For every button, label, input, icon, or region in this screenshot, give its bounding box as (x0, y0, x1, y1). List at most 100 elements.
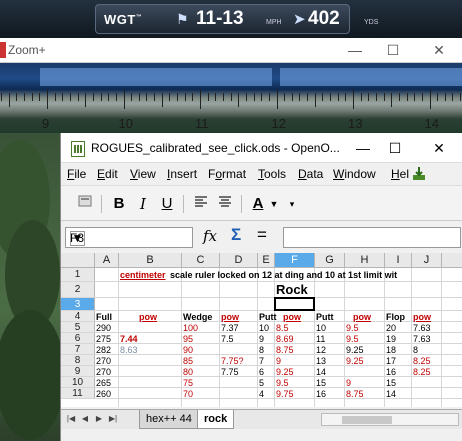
column-header-f[interactable]: F (275, 253, 315, 268)
table-cell[interactable]: 8.63 (119, 344, 138, 355)
table-cell[interactable]: 12 (315, 344, 326, 355)
table-cell[interactable]: 13 (315, 355, 326, 366)
next-sheet-icon[interactable]: ▶ (93, 412, 105, 426)
table-cell[interactable]: 282 (95, 344, 111, 355)
table-cell[interactable]: 8.5 (275, 322, 289, 333)
toolbar-handle-icon[interactable] (75, 193, 95, 215)
align-center-icon[interactable] (215, 193, 235, 215)
row-header-2[interactable]: 2 (61, 282, 95, 298)
table-cell[interactable]: 90 (182, 344, 193, 355)
column-label-b[interactable]: pow (119, 311, 157, 322)
column-label-i[interactable]: Flop (385, 311, 405, 322)
table-cell[interactable]: 270 (95, 366, 111, 377)
table-cell[interactable]: 9 (275, 355, 281, 366)
table-cell[interactable]: 15 (315, 377, 326, 388)
table-cell[interactable]: 9.75 (275, 388, 294, 399)
table-cell[interactable]: 275 (95, 333, 111, 344)
table-cell[interactable]: 7.44 (119, 333, 138, 344)
zoom-close-button[interactable]: ✕ (428, 40, 450, 60)
table-cell[interactable]: 7.75? (220, 355, 244, 366)
table-cell[interactable]: 10 (315, 322, 326, 333)
table-cell[interactable]: 9 (345, 377, 351, 388)
table-cell[interactable]: 15 (385, 377, 396, 388)
column-header-g[interactable]: G (315, 253, 345, 268)
menu-insert[interactable]: Insert (167, 167, 197, 181)
calc-maximize-button[interactable]: ☐ (383, 137, 407, 159)
column-header-e[interactable]: E (258, 253, 275, 268)
table-cell[interactable]: 9.5 (345, 322, 359, 333)
last-sheet-icon[interactable]: ▶| (107, 412, 119, 426)
scroll-thumb[interactable] (342, 416, 392, 424)
formula-input[interactable] (283, 227, 461, 248)
column-label-h[interactable]: pow (345, 311, 371, 322)
italic-button[interactable]: I (133, 193, 153, 215)
table-cell[interactable]: 4 (258, 388, 264, 399)
table-cell[interactable]: 7 (258, 355, 264, 366)
equals-icon[interactable]: = (257, 225, 267, 245)
table-cell[interactable]: 7.75 (220, 366, 239, 377)
table-cell[interactable]: 95 (182, 333, 193, 344)
table-cell[interactable]: 9.25 (345, 355, 364, 366)
table-cell[interactable]: 14 (385, 388, 396, 399)
table-cell[interactable]: 8.69 (275, 333, 294, 344)
table-cell[interactable]: 9 (258, 333, 264, 344)
table-cell[interactable]: 18 (385, 344, 396, 355)
table-cell[interactable]: 7.37 (220, 322, 239, 333)
table-cell[interactable]: 100 (182, 322, 198, 333)
menu-tools[interactable]: Tools (258, 167, 286, 181)
column-header-d[interactable]: D (220, 253, 258, 268)
table-cell[interactable]: 5 (258, 377, 264, 388)
column-header-j[interactable]: J (412, 253, 442, 268)
zoom-maximize-button[interactable]: ☐ (382, 40, 404, 60)
zoom-minimize-button[interactable]: — (344, 40, 366, 60)
row-header-1[interactable]: 1 (61, 268, 95, 282)
sum-icon[interactable]: Σ (231, 225, 241, 245)
font-color-dropdown-icon[interactable]: ▼ (269, 193, 279, 215)
column-label-d[interactable]: pow (220, 311, 239, 322)
table-cell[interactable]: 8 (258, 344, 264, 355)
column-label-j[interactable]: pow (412, 311, 431, 322)
table-cell[interactable]: 11 (315, 333, 325, 344)
calc-titlebar[interactable]: ROGUES_calibrated_see_click.ods - OpenO.… (61, 133, 462, 163)
table-cell[interactable]: 75 (182, 377, 193, 388)
table-cell[interactable]: 20 (385, 322, 396, 333)
table-cell[interactable]: 7.5 (220, 333, 234, 344)
column-label-c[interactable]: Wedge (182, 311, 212, 322)
table-cell[interactable]: 8 (412, 344, 418, 355)
table-cell[interactable]: 16 (385, 366, 396, 377)
menu-edit[interactable]: Edit (97, 167, 118, 181)
font-color-button[interactable]: A (247, 193, 269, 215)
table-cell[interactable]: 9.5 (275, 377, 289, 388)
toolbar-overflow-icon[interactable]: ▾ (287, 193, 297, 215)
table-cell[interactable]: 7.63 (412, 333, 431, 344)
table-cell[interactable]: 270 (95, 355, 111, 366)
zoom-titlebar[interactable]: Zoom+ — ☐ ✕ (0, 38, 462, 63)
spreadsheet-grid[interactable]: A B C D E F G H I J 1 2 3 4 5 6 7 8 9 10 11 centimeter scale … (61, 253, 462, 407)
underline-button[interactable]: U (157, 193, 177, 215)
row1-note-keyword[interactable]: centimeter (119, 269, 166, 283)
table-cell[interactable]: 9.5 (345, 333, 359, 344)
column-label-f[interactable]: pow (275, 311, 301, 322)
prev-sheet-icon[interactable]: ◀ (79, 412, 91, 426)
table-cell[interactable]: 6 (258, 366, 264, 377)
table-cell[interactable]: 8.75 (345, 388, 364, 399)
table-cell[interactable]: 85 (182, 355, 193, 366)
column-header-c[interactable]: C (182, 253, 220, 268)
table-cell[interactable]: 70 (182, 388, 193, 399)
table-cell[interactable]: 8.25 (412, 355, 431, 366)
table-cell[interactable]: 260 (95, 388, 111, 399)
column-label-g[interactable]: Putt (315, 311, 334, 322)
table-cell[interactable]: 80 (182, 366, 193, 377)
menu-format[interactable]: Format (208, 167, 246, 181)
sheet-tab-hex[interactable]: hex++ 44 (139, 410, 199, 429)
table-cell[interactable]: 9.25 (275, 366, 294, 377)
table-cell[interactable]: 9.25 (345, 344, 364, 355)
row1-note-text[interactable]: scale ruler locked on 12 at ding and 10 … (169, 269, 397, 283)
table-cell[interactable]: 19 (385, 333, 396, 344)
table-cell[interactable]: 14 (315, 366, 326, 377)
calc-close-button[interactable]: ✕ (427, 137, 451, 159)
table-cell[interactable]: 7.63 (412, 322, 431, 333)
menu-file[interactable]: File (67, 167, 86, 181)
column-label-e[interactable]: Putt (258, 311, 277, 322)
table-cell[interactable]: 8.25 (412, 366, 431, 377)
